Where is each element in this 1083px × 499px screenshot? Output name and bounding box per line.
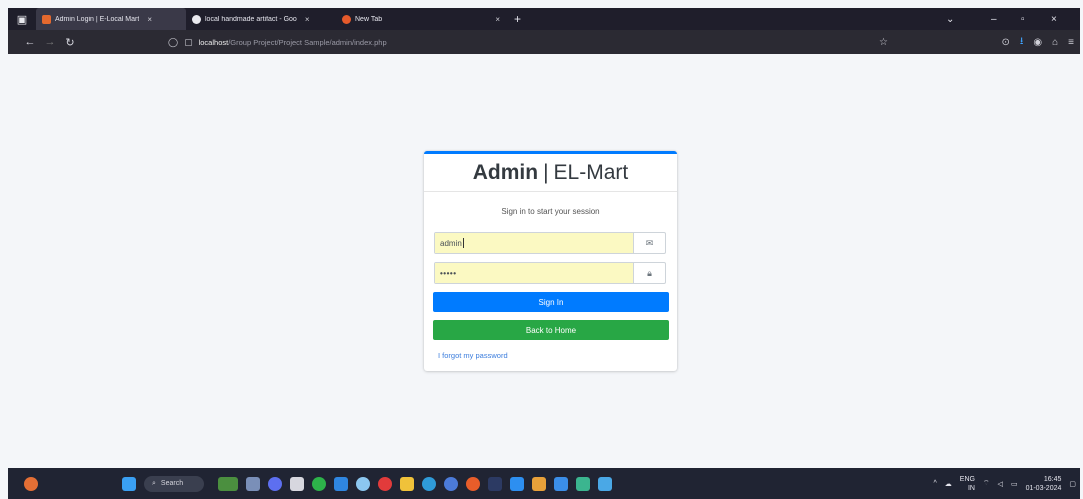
notification-icon[interactable]: ▢ bbox=[1069, 480, 1076, 488]
google-favicon-icon bbox=[192, 14, 201, 24]
widgets-icon[interactable] bbox=[24, 476, 38, 491]
tab-google-search[interactable]: local handmade artifact - Goo × bbox=[186, 8, 336, 30]
menu-icon[interactable]: ≡ bbox=[1068, 37, 1074, 48]
battery-icon[interactable]: ▭ bbox=[1011, 480, 1018, 488]
back-arrow-icon[interactable]: ← bbox=[20, 36, 40, 48]
firefox-icon[interactable] bbox=[466, 476, 480, 491]
volume-icon[interactable]: ◁ bbox=[998, 480, 1003, 488]
username-value: admin bbox=[440, 238, 462, 248]
brand-separator: | bbox=[543, 160, 549, 184]
bookmark-star-icon[interactable]: ☆ bbox=[879, 37, 888, 48]
xampp-icon[interactable] bbox=[532, 476, 546, 491]
task-view-icon[interactable] bbox=[246, 476, 260, 491]
tab-title: Admin Login | E-Local Mart bbox=[55, 15, 140, 23]
lang-code: ENG bbox=[959, 475, 975, 483]
edge-icon[interactable] bbox=[334, 476, 348, 491]
language-indicator[interactable]: ENG IN bbox=[960, 475, 975, 493]
downloads-icon[interactable]: ⭳ bbox=[1020, 34, 1024, 51]
brand-bold: Admin bbox=[472, 160, 539, 184]
app-icon[interactable] bbox=[444, 476, 458, 491]
shield-icon: ◯ bbox=[168, 36, 179, 47]
password-input[interactable]: ••••• bbox=[435, 263, 633, 283]
back-to-home-button[interactable]: Back to Home bbox=[433, 320, 669, 340]
login-logo: Admin | EL-Mart bbox=[424, 154, 677, 192]
account-icon[interactable]: ◉ bbox=[1033, 37, 1042, 48]
close-icon[interactable]: × bbox=[495, 15, 500, 24]
password-input-group: ••••• 🔒︎ bbox=[434, 262, 666, 284]
pocket-icon[interactable]: ⊙ bbox=[1001, 37, 1009, 48]
chrome-icon[interactable] bbox=[312, 476, 326, 491]
search-label: Search bbox=[160, 480, 184, 487]
forward-arrow-icon[interactable]: → bbox=[40, 36, 60, 48]
tab-new-tab[interactable]: New Tab × bbox=[336, 8, 506, 30]
list-tabs-icon[interactable]: ⌄ bbox=[946, 8, 954, 30]
forgot-password-link[interactable]: I forgot my password bbox=[438, 351, 508, 360]
app-icon[interactable] bbox=[488, 476, 502, 491]
lock-icon: 🔒︎ bbox=[633, 263, 665, 283]
sign-in-button[interactable]: Sign In bbox=[433, 292, 669, 312]
app-icon[interactable] bbox=[422, 476, 436, 491]
url-path: /Group Project/Project Sample/admin/inde… bbox=[228, 37, 387, 47]
login-box: Admin | EL-Mart Sign in to start your se… bbox=[424, 151, 677, 371]
brand-name: EL-Mart bbox=[553, 160, 629, 184]
clock[interactable]: 16:45 01-03-2024 bbox=[1026, 475, 1062, 493]
tab-overview-icon[interactable]: ▣ bbox=[8, 8, 36, 30]
lang-region: IN bbox=[967, 484, 975, 492]
app-icon[interactable] bbox=[554, 476, 568, 491]
tab-admin-login[interactable]: Admin Login | E-Local Mart × bbox=[36, 8, 186, 30]
chevron-up-icon[interactable]: ^ bbox=[933, 480, 936, 487]
site-favicon-icon bbox=[42, 14, 51, 24]
clock-date: 01-03-2024 bbox=[1025, 484, 1062, 492]
window-close-icon[interactable]: × bbox=[1051, 8, 1057, 30]
minimize-icon[interactable]: – bbox=[991, 8, 997, 30]
clock-time: 16:45 bbox=[1043, 475, 1062, 483]
opera-icon[interactable] bbox=[378, 476, 392, 491]
firefox-favicon-icon bbox=[342, 14, 351, 24]
login-message: Sign in to start your session bbox=[501, 207, 600, 216]
app-photo-icon[interactable] bbox=[218, 476, 238, 491]
password-value: ••••• bbox=[440, 268, 457, 278]
browser-tab-bar: ▣ Admin Login | E-Local Mart × local han… bbox=[8, 8, 1080, 30]
tab-title: local handmade artifact - Goo bbox=[205, 15, 297, 23]
extensions-icon[interactable]: ⌂ bbox=[1052, 37, 1058, 48]
onedrive-icon[interactable]: ☁ bbox=[945, 480, 952, 488]
envelope-icon: ✉ bbox=[633, 233, 665, 253]
app-icon[interactable] bbox=[356, 476, 370, 491]
search-icon: ⌕ bbox=[152, 479, 156, 487]
close-icon[interactable]: × bbox=[147, 15, 152, 24]
system-tray: ^ ☁ ENG IN ⌔ ◁ ▭ 16:45 01-03-2024 ▢ bbox=[933, 468, 1076, 499]
new-tab-button[interactable]: + bbox=[514, 12, 521, 26]
file-explorer-icon[interactable] bbox=[400, 476, 414, 491]
teams-icon[interactable] bbox=[268, 476, 282, 491]
files-icon[interactable] bbox=[290, 476, 304, 491]
app-icon[interactable] bbox=[598, 476, 612, 491]
app-icon[interactable] bbox=[576, 476, 590, 491]
wifi-icon[interactable]: ⌔ bbox=[983, 479, 990, 488]
reload-icon[interactable]: ↻ bbox=[60, 36, 80, 49]
username-input-group: admin ✉ bbox=[434, 232, 666, 254]
toolbar-right: ⊙ ⭳ ◉ ⌂ ≡ bbox=[1001, 30, 1074, 54]
tab-title: New Tab bbox=[355, 15, 383, 23]
taskbar: ⌕ Search ^ ☁ ENG IN ⌔ ◁ ▭ 16:45 01-03-20… bbox=[8, 468, 1080, 499]
browser-nav-bar: ← → ↻ ◯ ▢ localhost /Group Project/Proje… bbox=[8, 30, 1080, 54]
address-bar[interactable]: ◯ ▢ localhost /Group Project/Project Sam… bbox=[168, 33, 888, 51]
windows-start-icon[interactable] bbox=[122, 476, 136, 491]
restore-icon[interactable]: ▫ bbox=[1021, 8, 1025, 30]
taskbar-search[interactable]: ⌕ Search bbox=[144, 475, 204, 492]
username-input[interactable]: admin bbox=[435, 233, 633, 253]
close-icon[interactable]: × bbox=[305, 15, 310, 24]
url-host: localhost bbox=[198, 37, 229, 47]
page-icon: ▢ bbox=[184, 36, 193, 47]
screen: ▣ Admin Login | E-Local Mart × local han… bbox=[8, 8, 1080, 499]
vscode-icon[interactable] bbox=[510, 476, 524, 491]
